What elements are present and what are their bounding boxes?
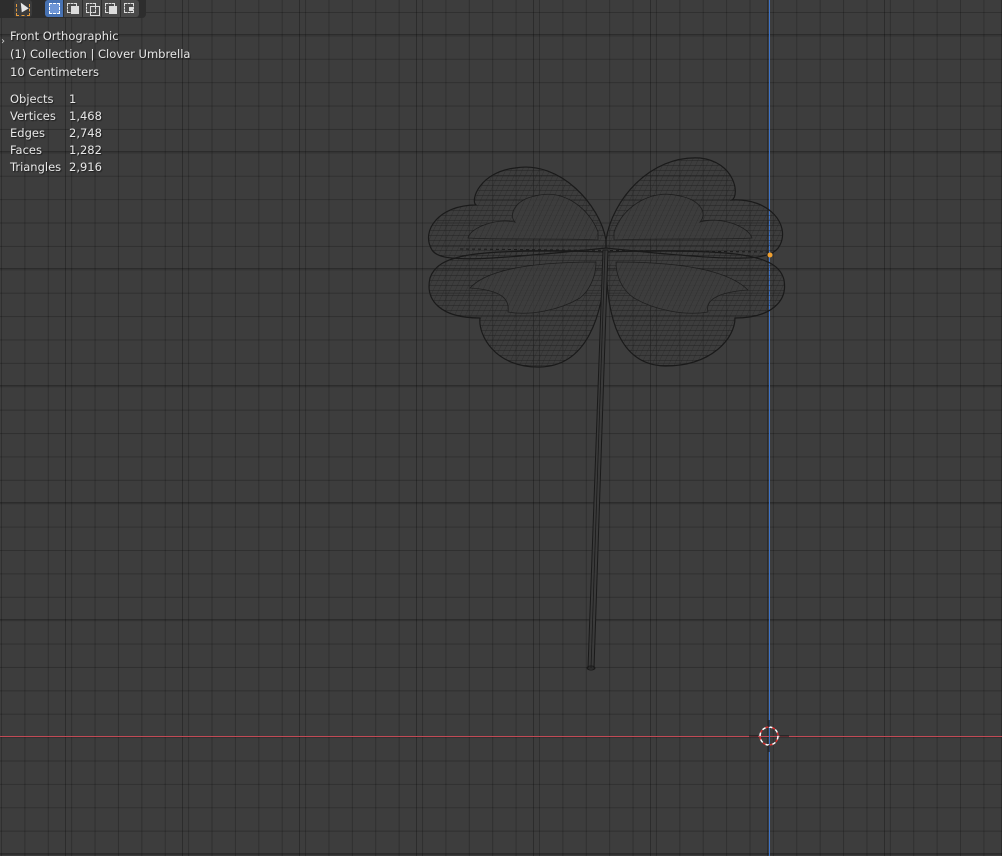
3d-cursor-icon[interactable] [749, 716, 789, 756]
object-origin-dot [767, 252, 773, 258]
leaf-top-right [605, 157, 784, 259]
leaf-top-left [427, 166, 607, 260]
leaf-bottom-left [428, 250, 607, 368]
leaf-bottom-right [605, 250, 786, 367]
clover-umbrella-mesh[interactable] [0, 0, 1002, 856]
